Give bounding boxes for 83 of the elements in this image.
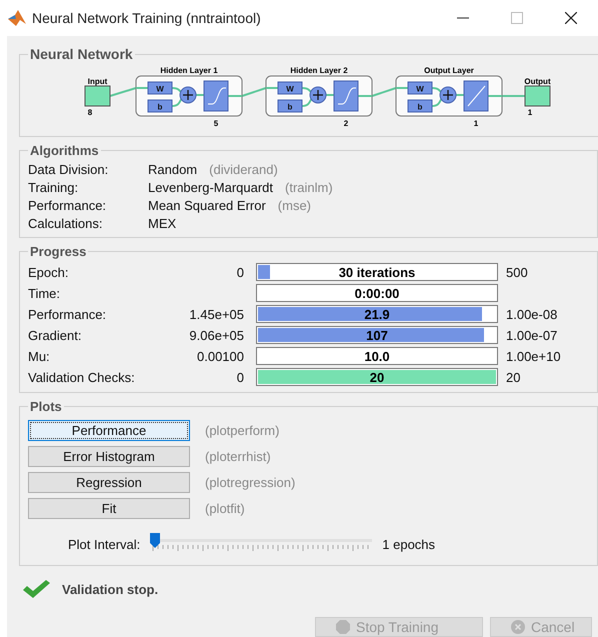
function-name: (dividerand): [209, 162, 278, 177]
stop-icon: [336, 620, 350, 634]
progress-label: Performance:: [28, 306, 108, 322]
algorithm-value: Random: [148, 162, 198, 177]
slider-reading: 1 epochs: [382, 536, 436, 552]
bias-block: b: [148, 100, 172, 112]
plot-button[interactable]: Fit: [28, 498, 190, 519]
algorithm-label: Performance:: [28, 198, 108, 213]
function-name: (ploterrhist): [205, 449, 272, 464]
connector-line: [502, 95, 525, 97]
progress-value: 10.0: [363, 349, 391, 364]
progress-label: Time:: [28, 286, 62, 300]
progress-label: Mu:: [28, 348, 51, 364]
progress-value: 30 iterations: [338, 265, 416, 280]
min-value: 1.45e+05: [189, 306, 244, 322]
max-value: 1.00e-07: [506, 328, 558, 342]
plot-button[interactable]: Performance: [28, 420, 190, 441]
function-name: (plotperform): [205, 423, 280, 438]
input-block: [84, 86, 110, 106]
max-value: 1.00e+10: [506, 348, 561, 364]
bias-block: b: [278, 100, 302, 112]
function-name: (mse): [278, 198, 311, 213]
min-value: 0: [236, 370, 244, 384]
sum-icon: [440, 86, 456, 104]
connector-line: [242, 87, 266, 97]
layer-title: Output Layer: [424, 66, 474, 75]
progress-label: Validation Checks:: [28, 370, 136, 384]
transfer-function-icon: [204, 80, 228, 112]
layer-size: 1: [474, 119, 478, 128]
max-value: 500: [506, 264, 528, 280]
output-block: [524, 86, 550, 106]
algorithm-value: MEX: [148, 216, 176, 231]
bias-block: b: [408, 100, 432, 112]
min-value: 0.00100: [197, 348, 244, 364]
max-value: 1.00e-08: [506, 306, 558, 322]
weight-block: W: [408, 82, 432, 94]
input-size: 8: [88, 108, 92, 117]
algorithm-label: Training:: [28, 180, 80, 195]
checkmark-icon: [23, 580, 50, 598]
algorithm-label: Calculations:: [28, 216, 104, 231]
transfer-function-icon: [464, 80, 488, 112]
window-title: Neural Network Training (nntraintool): [32, 10, 262, 26]
progress-value: 21.9: [363, 307, 391, 322]
status-message: Validation stop.: [62, 582, 158, 596]
slider-thumb[interactable]: [150, 533, 160, 548]
slider-label: Plot Interval:: [68, 536, 140, 552]
min-value: 9.06e+05: [189, 328, 244, 342]
algorithm-value: Levenberg-Marquardt: [148, 180, 274, 195]
section-title: Plots: [29, 399, 63, 414]
min-value: 0: [236, 264, 244, 280]
input-label: Input: [88, 77, 108, 86]
weight-block: W: [278, 82, 302, 94]
progress-label: Gradient:: [28, 328, 82, 342]
app-logo-icon: [8, 10, 26, 26]
progress-value: 20: [368, 370, 386, 385]
plot-button[interactable]: Regression: [28, 472, 190, 493]
sum-icon: [310, 86, 326, 104]
transfer-function-icon: [334, 80, 358, 112]
layer-title: Hidden Layer 1: [160, 66, 218, 75]
plot-button[interactable]: Error Histogram: [28, 446, 190, 467]
max-value: 20: [506, 370, 520, 384]
cancel-icon: [511, 620, 525, 634]
connector-line: [110, 87, 136, 97]
algorithm-value: Mean Squared Error: [148, 198, 266, 213]
algorithm-label: Data Division:: [28, 162, 110, 177]
function-name: (trainlm): [285, 180, 333, 195]
progress-value: 107: [365, 328, 389, 343]
sum-icon: [180, 86, 196, 104]
progress-label: Epoch:: [28, 264, 70, 280]
connector-line: [372, 87, 396, 97]
function-name: (plotregression): [205, 475, 296, 490]
weight-block: W: [148, 82, 172, 94]
layer-size: 5: [214, 119, 218, 128]
section-title: Progress: [29, 244, 88, 259]
layer-size: 2: [344, 119, 348, 128]
output-label: Output: [524, 77, 551, 86]
section-title: Algorithms: [29, 143, 100, 158]
layer-title: Hidden Layer 2: [290, 66, 348, 75]
section-title: Neural Network: [29, 46, 134, 62]
output-size: 1: [528, 108, 532, 117]
progress-value: 0:00:00: [354, 286, 400, 301]
close-icon[interactable]: [565, 12, 577, 24]
function-name: (plotfit): [205, 501, 246, 516]
